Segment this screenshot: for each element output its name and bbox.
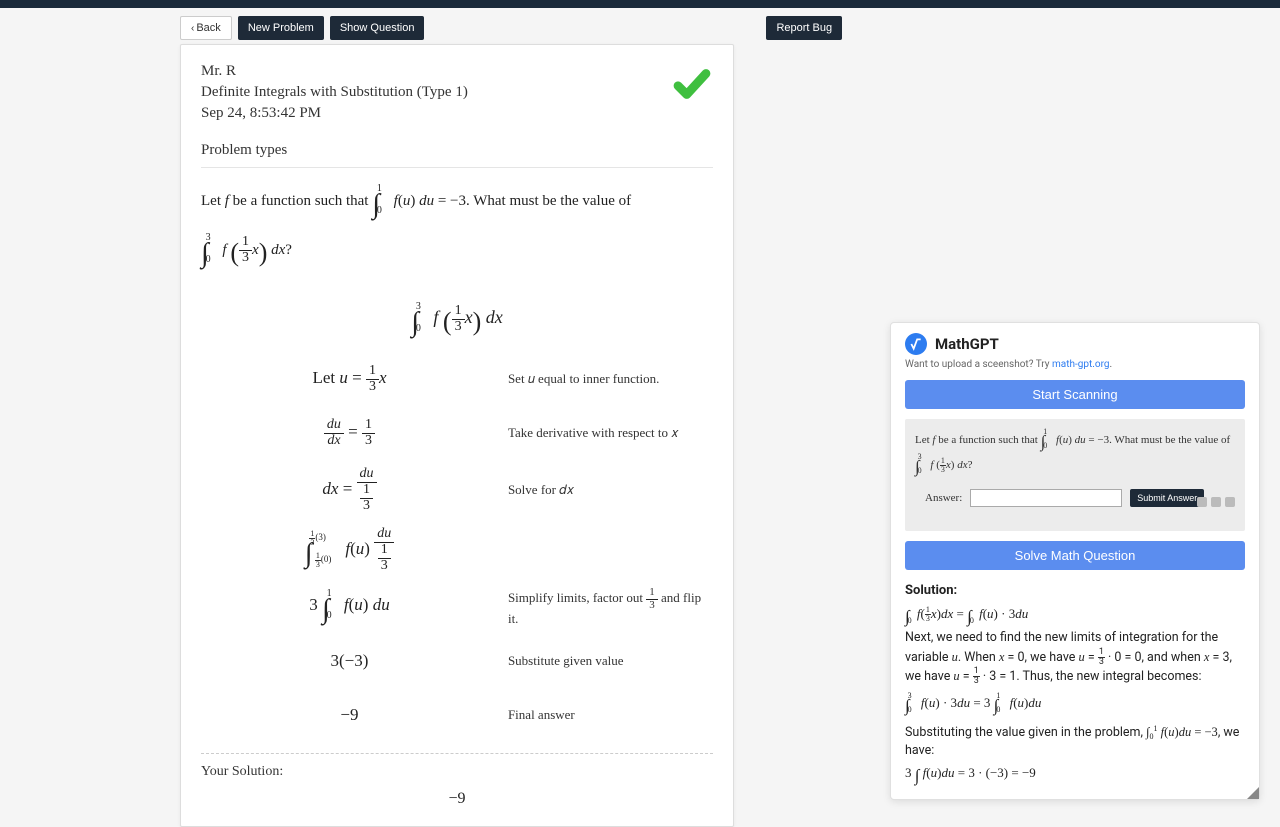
chevron-left-icon: ‹ [191, 23, 194, 34]
solution-steps: Let u = 13x Set 𝑢 equal to inner functio… [201, 359, 713, 735]
solution-text: Solution: ∫0 f(13x)dx = ∫0 f(u) · 3du Ne… [891, 574, 1259, 799]
divider [201, 753, 713, 754]
submit-answer-button[interactable]: Submit Answer [1130, 489, 1204, 507]
main-expression: ∫30 f (13x) dx [201, 301, 713, 339]
step-2: dudx = 13 Take derivative with respect t… [201, 413, 713, 453]
your-solution-value: −9 [201, 790, 713, 808]
step-4: ∫13(3)13(0)f(u) du13 [201, 527, 713, 573]
solution-heading: Solution: [905, 582, 1245, 601]
answer-label: Answer: [925, 492, 962, 504]
mathgpt-link[interactable]: math-gpt.org [1052, 359, 1110, 370]
step-1: Let u = 13x Set 𝑢 equal to inner functio… [201, 359, 713, 399]
correct-check-icon [671, 63, 713, 109]
back-button[interactable]: ‹Back [180, 16, 232, 40]
problem-types-link[interactable]: Problem types [201, 142, 713, 168]
teacher-name: Mr. R [201, 63, 671, 80]
mathgpt-panel: MathGPT Want to upload a sceenshot? Try … [890, 322, 1260, 800]
problem-date: Sep 24, 8:53:42 PM [201, 105, 671, 122]
back-label: Back [196, 22, 220, 34]
problem-topic: Definite Integrals with Substitution (Ty… [201, 84, 671, 101]
your-solution-label: Your Solution: [201, 764, 713, 780]
start-scanning-button[interactable]: Start Scanning [905, 380, 1245, 409]
toolbar: ‹Back New Problem Show Question Report B… [0, 8, 1280, 40]
scanned-question-box: Let f be a function such that ∫10 f(u) d… [905, 419, 1245, 531]
step-5: 3 ∫10 f(u) du Simplify limits, factor ou… [201, 587, 713, 627]
step-7: −9 Final answer [201, 695, 713, 735]
solve-question-button[interactable]: Solve Math Question [905, 541, 1245, 570]
problem-card: Mr. R Definite Integrals with Substituti… [180, 44, 734, 827]
panel-subtitle: Want to upload a sceenshot? Try math-gpt… [891, 359, 1259, 376]
new-problem-button[interactable]: New Problem [238, 16, 324, 40]
resize-handle-icon[interactable] [1247, 787, 1259, 799]
panel-title: MathGPT [935, 335, 999, 353]
question-text: Let f be a function such that ∫10 f(u) d… [201, 180, 713, 277]
answer-input[interactable] [970, 489, 1122, 507]
report-bug-button[interactable]: Report Bug [766, 16, 842, 40]
box-action-icons[interactable] [1197, 497, 1235, 507]
app-topbar [0, 0, 1280, 8]
step-3: dx = du13 Solve for 𝑑𝑥 [201, 467, 713, 513]
mathgpt-logo-icon [905, 333, 927, 355]
show-question-button[interactable]: Show Question [330, 16, 425, 40]
step-6: 3(−3) Substitute given value [201, 641, 713, 681]
